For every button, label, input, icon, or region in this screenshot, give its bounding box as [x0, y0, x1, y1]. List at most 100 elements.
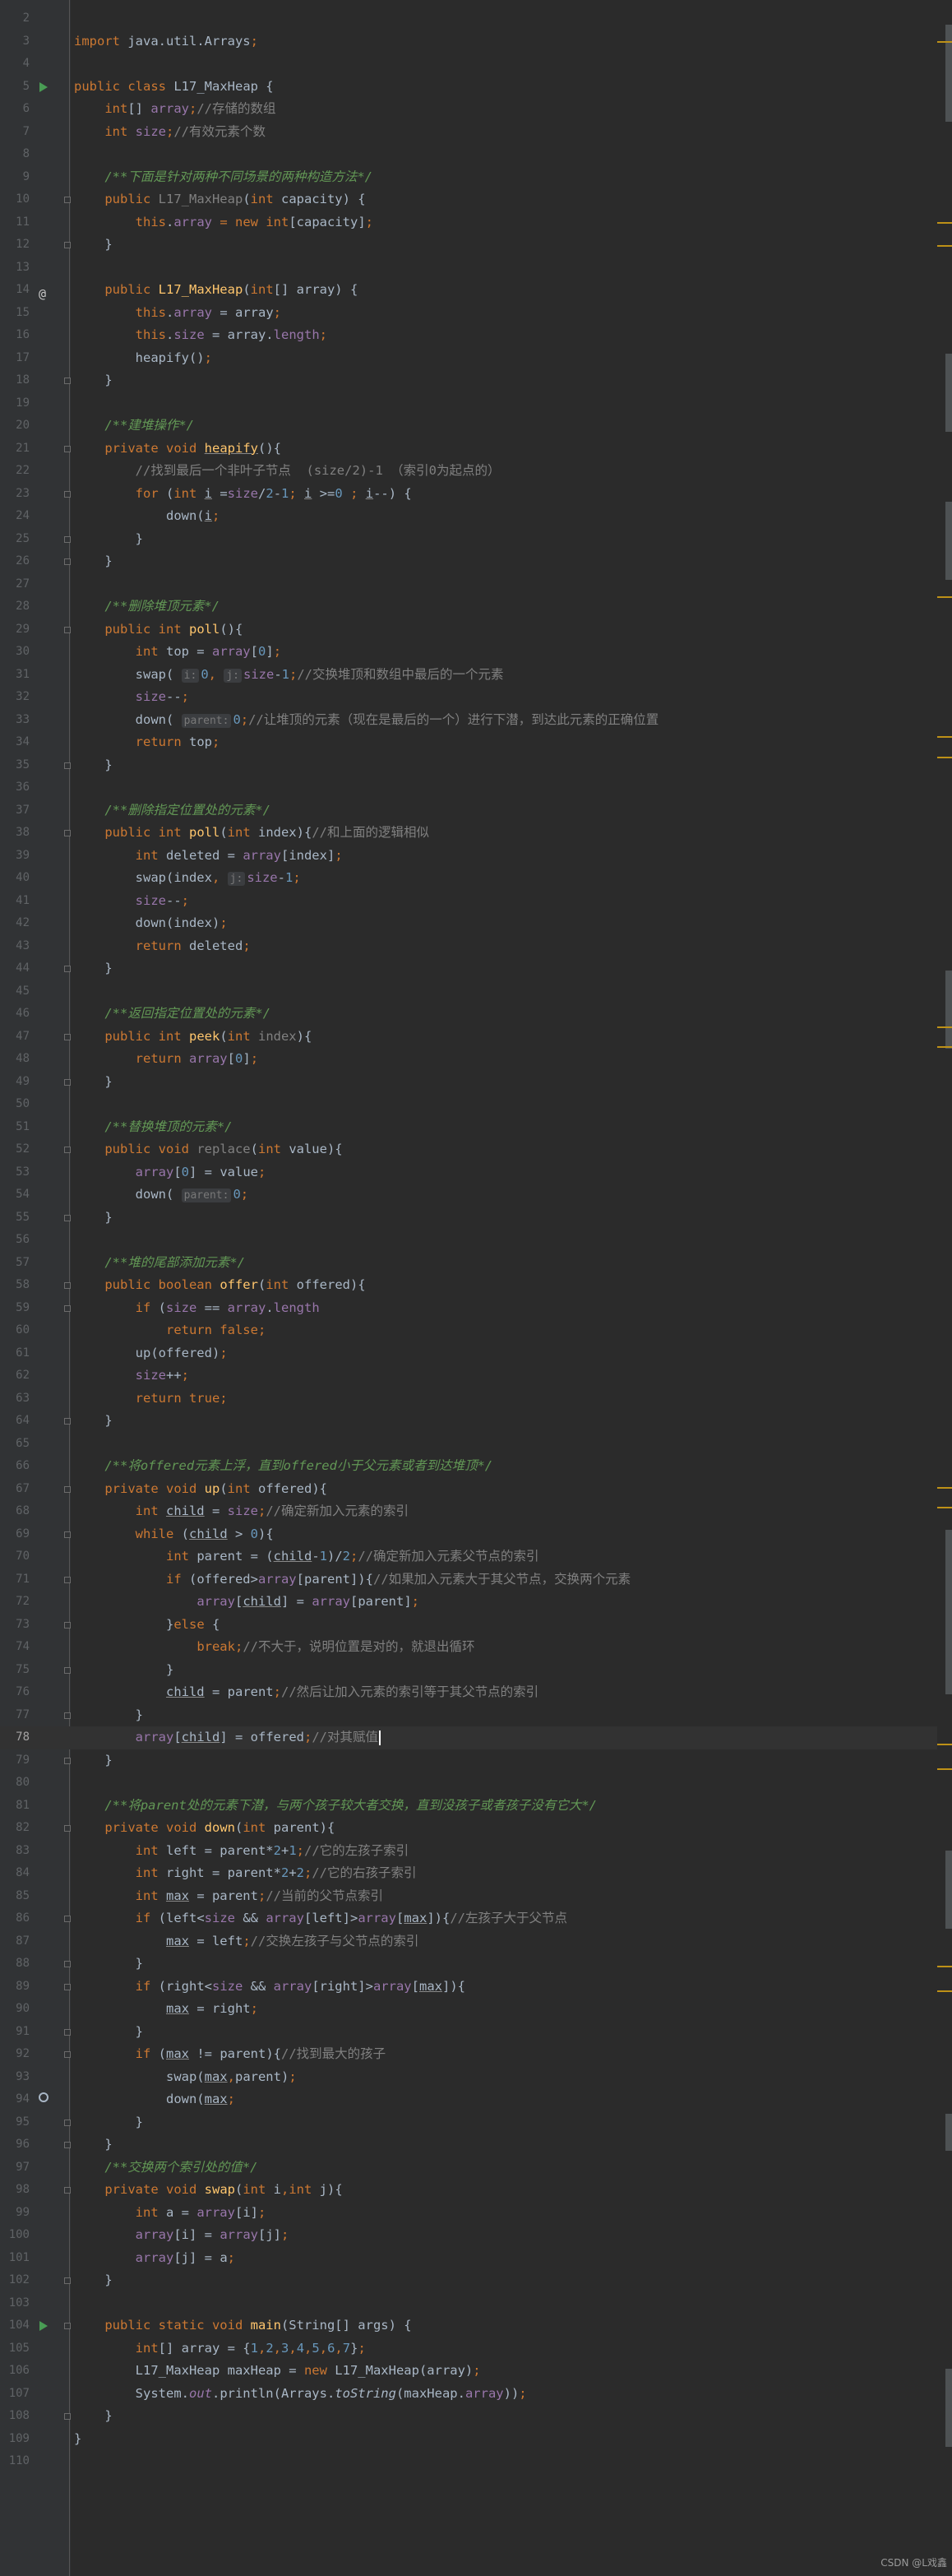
code-line[interactable]: 5 public class L17_MaxHeap { [0, 76, 937, 99]
code-text[interactable]: swap( i: 0, j: size-1;//交换堆顶和数组中最后的一个元素 [74, 664, 504, 688]
code-line[interactable]: 19 [0, 392, 937, 415]
line-number[interactable]: 34 [0, 731, 30, 754]
fold-toggle-icon[interactable] [64, 1916, 71, 1922]
code-text[interactable]: this.array = array; [74, 302, 281, 325]
line-number[interactable]: 79 [0, 1749, 30, 1772]
code-text[interactable]: return top; [74, 731, 220, 754]
code-text[interactable]: int deleted = array[index]; [74, 845, 343, 868]
code-text[interactable]: } [74, 550, 112, 573]
line-number[interactable]: 30 [0, 641, 30, 664]
code-text[interactable]: array[child] = array[parent]; [74, 1591, 419, 1614]
warning-marker[interactable] [937, 41, 952, 43]
code-text[interactable]: } [74, 234, 112, 257]
line-number[interactable]: 75 [0, 1659, 30, 1682]
code-line[interactable]: 45 [0, 980, 937, 1003]
line-number[interactable]: 102 [0, 2269, 30, 2292]
code-line[interactable]: 84 int right = parent*2+2;//它的右孩子索引 [0, 1862, 937, 1885]
code-text[interactable]: /**删除指定位置处的元素*/ [74, 799, 270, 822]
fold-toggle-icon[interactable] [64, 2119, 71, 2126]
fold-toggle-icon[interactable] [64, 535, 71, 543]
code-text[interactable]: System.out.println(Arrays.toString(maxHe… [74, 2383, 527, 2406]
fold-toggle-icon[interactable] [64, 1712, 71, 1719]
fold-toggle-icon[interactable] [64, 1576, 71, 1583]
code-line[interactable]: 12 } [0, 234, 937, 257]
line-number[interactable]: 36 [0, 776, 30, 799]
code-line[interactable]: 38 public int poll(int index){//和上面的逻辑相似 [0, 822, 937, 845]
line-number[interactable]: 66 [0, 1455, 30, 1478]
code-text[interactable]: /**返回指定位置处的元素*/ [74, 1003, 270, 1026]
warning-marker[interactable] [937, 1487, 952, 1489]
code-line[interactable]: 10 public L17_MaxHeap(int capacity) { [0, 188, 937, 211]
line-number[interactable]: 109 [0, 2428, 30, 2451]
code-line[interactable]: 42 down(index); [0, 912, 937, 935]
warning-marker[interactable] [937, 1507, 952, 1508]
code-text[interactable]: this.array = new int[capacity]; [74, 211, 373, 234]
code-line[interactable]: 49 } [0, 1071, 937, 1094]
code-line[interactable]: 11 this.array = new int[capacity]; [0, 211, 937, 234]
fold-toggle-icon[interactable] [64, 197, 71, 203]
scrollbar-thumb[interactable] [945, 25, 952, 122]
line-number[interactable]: 80 [0, 1772, 30, 1795]
fold-toggle-icon[interactable] [64, 1282, 71, 1289]
line-number[interactable]: 33 [0, 709, 30, 732]
code-text[interactable]: if (right<size && array[right]>array[max… [74, 1976, 465, 1999]
code-text[interactable]: /**替换堆顶的元素*/ [74, 1116, 232, 1139]
line-number[interactable]: 11 [0, 211, 30, 234]
fold-toggle-icon[interactable] [64, 1147, 71, 1153]
warning-marker[interactable] [937, 1026, 952, 1028]
code-text[interactable]: array[0] = value; [74, 1161, 266, 1184]
line-number[interactable]: 101 [0, 2247, 30, 2270]
code-text[interactable]: this.size = array.length; [74, 324, 327, 347]
line-number[interactable]: 41 [0, 890, 30, 913]
code-text[interactable]: int size;//有效元素个数 [74, 121, 266, 144]
line-number[interactable]: 56 [0, 1229, 30, 1252]
line-number[interactable]: 108 [0, 2405, 30, 2428]
line-number[interactable]: 44 [0, 957, 30, 980]
code-line[interactable]: 69 while (child > 0){ [0, 1523, 937, 1546]
line-number[interactable]: 24 [0, 505, 30, 528]
line-number[interactable]: 54 [0, 1184, 30, 1207]
fold-toggle-icon[interactable] [64, 1983, 71, 1990]
line-number[interactable]: 37 [0, 799, 30, 822]
code-text[interactable]: down(index); [74, 912, 228, 935]
code-text[interactable]: return true; [74, 1388, 228, 1411]
line-number[interactable]: 26 [0, 550, 30, 573]
code-line[interactable]: 15 this.array = array; [0, 302, 937, 325]
code-line[interactable]: 4 [0, 53, 937, 76]
code-text[interactable]: } [74, 1704, 143, 1727]
code-text[interactable]: public static void main(String[] args) { [74, 2314, 411, 2337]
fold-toggle-icon[interactable] [64, 762, 71, 769]
line-number[interactable]: 15 [0, 302, 30, 325]
code-line[interactable]: 53 array[0] = value; [0, 1161, 937, 1184]
line-number[interactable]: 7 [0, 121, 30, 144]
code-text[interactable]: L17_MaxHeap maxHeap = new L17_MaxHeap(ar… [74, 2360, 481, 2383]
line-number[interactable]: 82 [0, 1817, 30, 1840]
line-number[interactable]: 43 [0, 935, 30, 958]
code-line[interactable]: 44 } [0, 957, 937, 980]
code-text[interactable]: public class L17_MaxHeap { [74, 76, 274, 99]
line-number[interactable]: 68 [0, 1500, 30, 1523]
line-number[interactable]: 98 [0, 2179, 30, 2202]
code-text[interactable]: } [74, 2269, 112, 2292]
warning-marker[interactable] [937, 1966, 952, 1967]
code-text[interactable]: if (max != parent){//找到最大的孩子 [74, 2043, 386, 2066]
code-text[interactable]: int right = parent*2+2;//它的右孩子索引 [74, 1862, 417, 1885]
fold-toggle-icon[interactable] [64, 242, 71, 248]
code-line[interactable]: 34 return top; [0, 731, 937, 754]
line-number[interactable]: 48 [0, 1048, 30, 1071]
code-text[interactable]: } [74, 957, 112, 980]
line-number[interactable]: 92 [0, 2043, 30, 2066]
code-line[interactable]: 20 /**建堆操作*/ [0, 415, 937, 438]
code-text[interactable]: } [74, 1659, 173, 1682]
code-line[interactable]: 47 public int peek(int index){ [0, 1026, 937, 1049]
code-line[interactable]: 104 public static void main(String[] arg… [0, 2314, 937, 2337]
line-number[interactable]: 17 [0, 347, 30, 370]
code-line[interactable]: 54 down( parent: 0; [0, 1184, 937, 1207]
code-line[interactable]: 7 int size;//有效元素个数 [0, 121, 937, 144]
line-number[interactable]: 58 [0, 1274, 30, 1297]
code-line[interactable]: 80 [0, 1772, 937, 1795]
code-line[interactable]: 57 /**堆的尾部添加元素*/ [0, 1252, 937, 1275]
code-text[interactable]: size++; [74, 1364, 189, 1388]
fold-toggle-icon[interactable] [64, 378, 71, 384]
fold-toggle-icon[interactable] [64, 830, 71, 836]
